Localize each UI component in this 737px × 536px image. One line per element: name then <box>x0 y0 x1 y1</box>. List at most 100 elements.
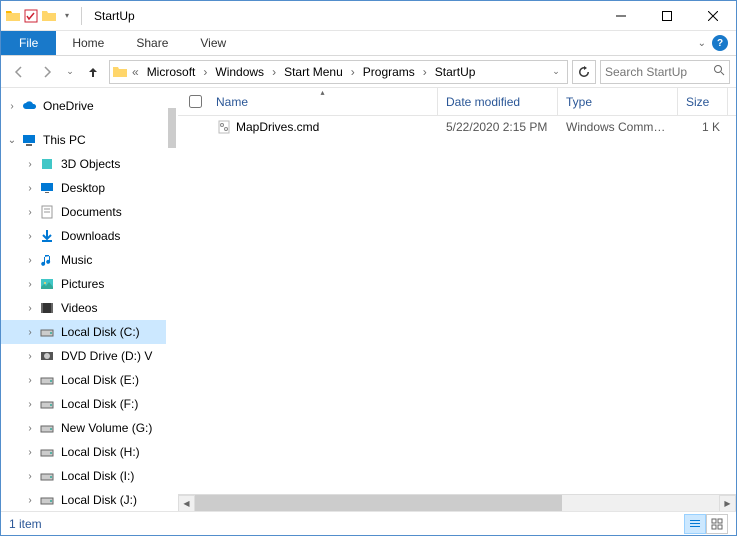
chevron-right-icon[interactable]: › <box>23 399 37 410</box>
minimize-button[interactable] <box>598 1 644 31</box>
chevron-right-icon[interactable]: › <box>23 327 37 338</box>
nav-item[interactable]: › DVD Drive (D:) V <box>1 344 166 368</box>
chevron-right-icon[interactable]: « <box>128 65 143 79</box>
chevron-right-icon[interactable]: › <box>23 303 37 314</box>
nav-item[interactable]: ›Videos <box>1 296 166 320</box>
chevron-right-icon[interactable]: › <box>23 255 37 266</box>
drive-icon <box>39 468 55 484</box>
select-all-checkbox[interactable] <box>189 95 202 108</box>
chevron-right-icon[interactable]: › <box>268 65 280 79</box>
chevron-right-icon[interactable]: › <box>5 101 19 112</box>
qat-dropdown-icon[interactable]: ▾ <box>59 8 75 24</box>
chevron-right-icon[interactable]: › <box>23 375 37 386</box>
drive-icon <box>39 300 55 316</box>
breadcrumb-startup[interactable]: StartUp <box>431 61 480 83</box>
address-bar[interactable]: « Microsoft › Windows › Start Menu › Pro… <box>109 60 568 84</box>
nav-label: Local Disk (C:) <box>61 325 140 339</box>
nav-item[interactable]: ›Downloads <box>1 224 166 248</box>
refresh-button[interactable] <box>572 60 596 84</box>
navigation-pane[interactable]: › OneDrive ⌄ This PC ›3D Objects›Desktop… <box>1 88 166 511</box>
chevron-right-icon[interactable]: › <box>23 447 37 458</box>
file-list[interactable]: MapDrives.cmd5/22/2020 2:15 PMWindows Co… <box>178 116 736 494</box>
nav-item[interactable]: ›New Volume (G:) <box>1 416 166 440</box>
column-headers: Name▴ Date modified Type Size <box>178 88 736 116</box>
nav-item[interactable]: ›Pictures <box>1 272 166 296</box>
maximize-button[interactable] <box>644 1 690 31</box>
icons-view-button[interactable] <box>706 514 728 534</box>
sort-asc-icon: ▴ <box>320 88 324 97</box>
folder-small-icon[interactable] <box>41 8 57 24</box>
chevron-right-icon[interactable]: › <box>23 279 37 290</box>
recent-dropdown[interactable]: ⌄ <box>63 60 77 84</box>
chevron-right-icon[interactable]: › <box>23 471 37 482</box>
scroll-right-button[interactable]: ▶ <box>719 495 736 512</box>
scroll-track[interactable] <box>195 495 719 512</box>
column-date[interactable]: Date modified <box>438 88 558 115</box>
nav-item[interactable]: ›3D Objects <box>1 152 166 176</box>
nav-label: DVD Drive (D:) V <box>61 349 152 363</box>
chevron-down-icon[interactable]: ⌄ <box>5 135 19 146</box>
tab-view[interactable]: View <box>184 31 242 55</box>
chevron-right-icon[interactable]: › <box>23 495 37 506</box>
search-icon[interactable] <box>713 64 725 79</box>
nav-label: Local Disk (I:) <box>61 469 134 483</box>
breadcrumb-microsoft[interactable]: Microsoft <box>143 61 200 83</box>
nav-thispc[interactable]: ⌄ This PC <box>1 128 166 152</box>
nav-item[interactable]: › Local Disk (I:) <box>1 464 166 488</box>
nav-item[interactable]: ›Documents <box>1 200 166 224</box>
chevron-right-icon[interactable]: › <box>23 351 37 362</box>
breadcrumb-startmenu[interactable]: Start Menu <box>280 61 347 83</box>
chevron-right-icon[interactable]: › <box>347 65 359 79</box>
nav-item[interactable]: › Local Disk (C:) <box>1 320 166 344</box>
nav-item[interactable]: › Local Disk (J:) <box>1 488 166 511</box>
drive-icon <box>39 348 55 364</box>
column-name[interactable]: Name▴ <box>208 88 438 115</box>
splitter[interactable] <box>166 88 178 511</box>
tab-share[interactable]: Share <box>120 31 184 55</box>
nav-item[interactable]: ›Local Disk (E:) <box>1 368 166 392</box>
chevron-right-icon[interactable]: › <box>23 423 37 434</box>
chevron-right-icon[interactable]: › <box>419 65 431 79</box>
forward-button[interactable] <box>35 60 59 84</box>
address-dropdown[interactable]: ⌄ <box>545 60 567 84</box>
nav-label: Local Disk (J:) <box>61 493 137 507</box>
tab-home[interactable]: Home <box>56 31 120 55</box>
ribbon-expand-icon[interactable]: ⌄ <box>698 38 706 49</box>
scroll-thumb[interactable] <box>195 495 562 512</box>
horizontal-scrollbar[interactable]: ◀ ▶ <box>178 494 736 511</box>
nav-item[interactable]: ›Local Disk (F:) <box>1 392 166 416</box>
file-list-pane: Name▴ Date modified Type Size MapDrives.… <box>178 88 736 511</box>
file-name-cell[interactable]: MapDrives.cmd <box>208 119 438 135</box>
nav-item[interactable]: › Local Disk (H:) <box>1 440 166 464</box>
nav-item[interactable]: ›Desktop <box>1 176 166 200</box>
nav-item[interactable]: ›Music <box>1 248 166 272</box>
folder-icon <box>112 64 128 80</box>
file-tab[interactable]: File <box>1 31 56 55</box>
breadcrumb-windows[interactable]: Windows <box>211 61 268 83</box>
nav-onedrive[interactable]: › OneDrive <box>1 94 166 118</box>
scroll-left-button[interactable]: ◀ <box>178 495 195 512</box>
details-view-button[interactable] <box>684 514 706 534</box>
chevron-right-icon[interactable]: › <box>23 231 37 242</box>
nav-label: Local Disk (H:) <box>61 445 140 459</box>
properties-icon[interactable] <box>23 8 39 24</box>
breadcrumb-programs[interactable]: Programs <box>359 61 419 83</box>
chevron-right-icon[interactable]: › <box>23 183 37 194</box>
chevron-right-icon[interactable]: › <box>23 159 37 170</box>
up-button[interactable] <box>81 60 105 84</box>
back-button[interactable] <box>7 60 31 84</box>
column-type[interactable]: Type <box>558 88 678 115</box>
search-input[interactable] <box>605 65 725 79</box>
help-icon[interactable]: ? <box>712 35 728 51</box>
drive-icon <box>39 420 55 436</box>
file-row[interactable]: MapDrives.cmd5/22/2020 2:15 PMWindows Co… <box>178 116 736 138</box>
search-box[interactable] <box>600 60 730 84</box>
column-size[interactable]: Size <box>678 88 728 115</box>
chevron-right-icon[interactable]: › <box>23 207 37 218</box>
navigation-bar: ⌄ « Microsoft › Windows › Start Menu › P… <box>1 56 736 88</box>
pc-icon <box>21 132 37 148</box>
close-button[interactable] <box>690 1 736 31</box>
chevron-right-icon[interactable]: › <box>199 65 211 79</box>
column-checkbox[interactable] <box>182 88 208 115</box>
file-size: 1 K <box>678 120 728 134</box>
